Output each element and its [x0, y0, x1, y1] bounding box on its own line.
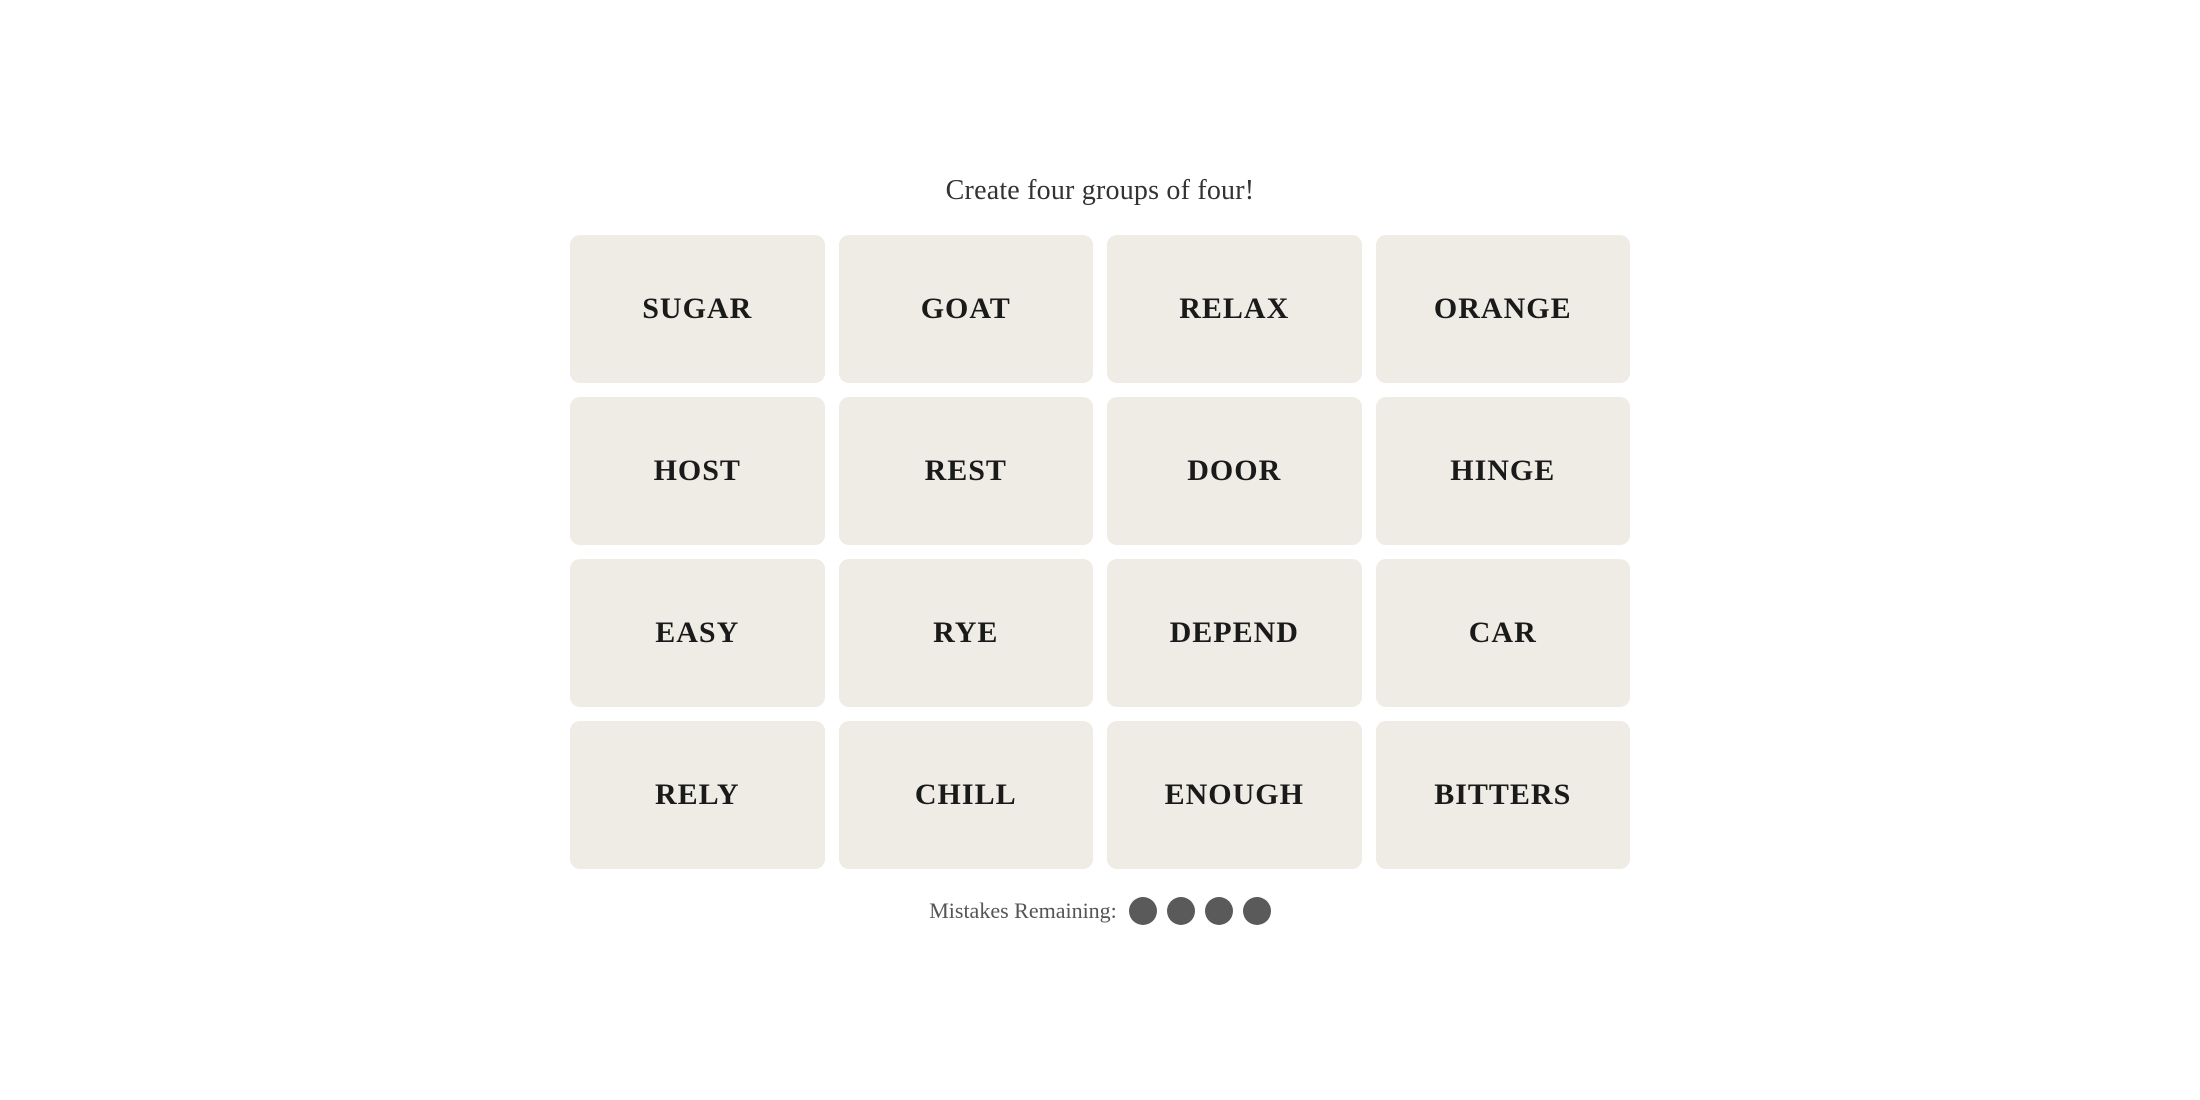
word-card-rely[interactable]: RELY	[570, 721, 825, 869]
game-container: Create four groups of four! SUGAR GOAT REL…	[570, 175, 1630, 925]
word-card-sugar[interactable]: SUGAR	[570, 235, 825, 383]
word-card-bitters[interactable]: BITTERS	[1376, 721, 1631, 869]
instruction-text: Create four groups of four!	[946, 175, 1255, 207]
word-card-hinge[interactable]: HINGE	[1376, 397, 1631, 545]
word-label-door: DOOR	[1187, 454, 1281, 488]
mistakes-row: Mistakes Remaining:	[929, 897, 1271, 925]
word-label-easy: EASY	[655, 616, 739, 650]
word-card-orange[interactable]: ORANGE	[1376, 235, 1631, 383]
word-label-sugar: SUGAR	[642, 292, 752, 326]
word-card-car[interactable]: CAR	[1376, 559, 1631, 707]
word-card-easy[interactable]: EASY	[570, 559, 825, 707]
word-card-door[interactable]: DOOR	[1107, 397, 1362, 545]
word-label-rye: RYE	[933, 616, 998, 650]
word-label-goat: GOAT	[921, 292, 1011, 326]
word-card-rye[interactable]: RYE	[839, 559, 1094, 707]
mistake-dot-2	[1167, 897, 1195, 925]
word-card-host[interactable]: HOST	[570, 397, 825, 545]
word-label-car: CAR	[1469, 616, 1537, 650]
word-label-relax: RELAX	[1179, 292, 1289, 326]
word-grid: SUGAR GOAT RELAX ORANGE HOST REST DOOR HINGE EAS…	[570, 235, 1630, 869]
mistakes-dots	[1129, 897, 1271, 925]
word-label-orange: ORANGE	[1434, 292, 1572, 326]
word-label-depend: DEPEND	[1170, 616, 1299, 650]
word-card-chill[interactable]: CHILL	[839, 721, 1094, 869]
word-label-rest: REST	[925, 454, 1007, 488]
word-card-enough[interactable]: ENOUGH	[1107, 721, 1362, 869]
mistake-dot-3	[1205, 897, 1233, 925]
word-card-goat[interactable]: GOAT	[839, 235, 1094, 383]
mistake-dot-4	[1243, 897, 1271, 925]
mistakes-label: Mistakes Remaining:	[929, 898, 1117, 924]
word-card-depend[interactable]: DEPEND	[1107, 559, 1362, 707]
word-label-bitters: BITTERS	[1434, 778, 1571, 812]
word-label-host: HOST	[654, 454, 741, 488]
mistake-dot-1	[1129, 897, 1157, 925]
word-label-hinge: HINGE	[1450, 454, 1555, 488]
word-card-rest[interactable]: REST	[839, 397, 1094, 545]
word-card-relax[interactable]: RELAX	[1107, 235, 1362, 383]
word-label-chill: CHILL	[915, 778, 1017, 812]
word-label-rely: RELY	[655, 778, 740, 812]
word-label-enough: ENOUGH	[1165, 778, 1304, 812]
